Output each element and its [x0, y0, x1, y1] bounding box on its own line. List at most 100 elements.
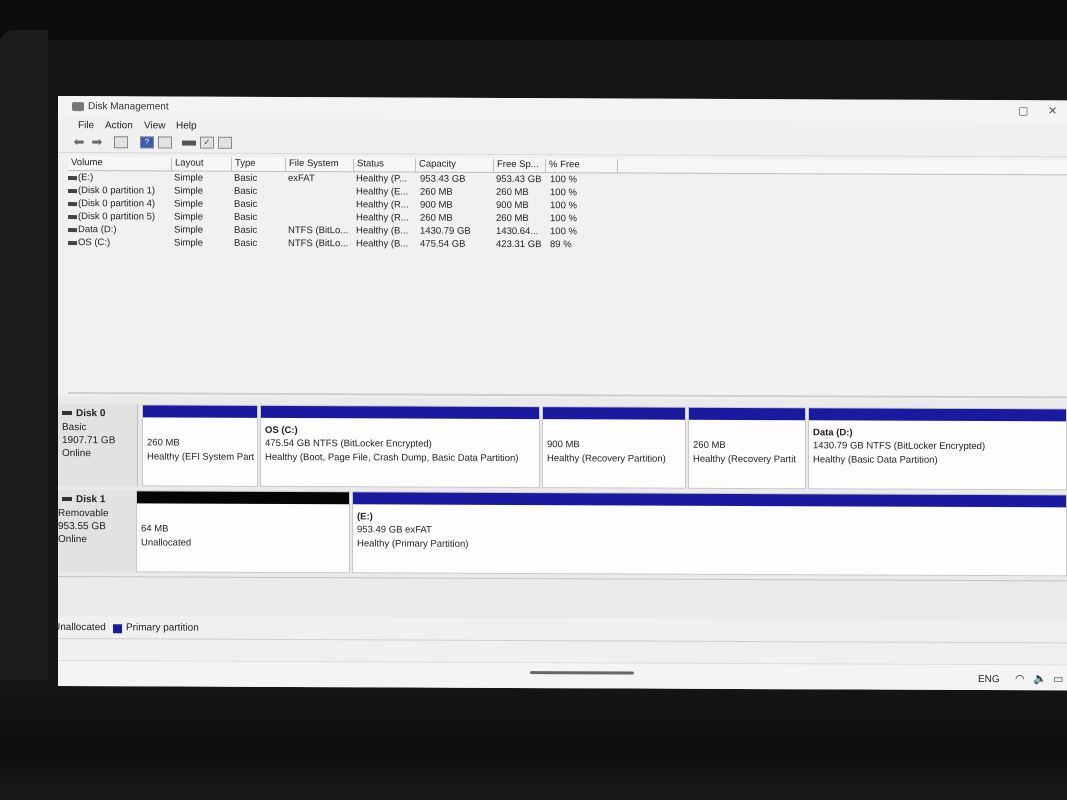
wifi-icon[interactable]: ◠	[1015, 672, 1025, 685]
column-header-volume[interactable]: Volume	[68, 157, 172, 171]
volume-icon	[68, 202, 77, 207]
disk-state: Online	[62, 448, 91, 460]
cell-capacity: 1430.79 GB	[420, 225, 471, 237]
disk-management-app-icon	[72, 102, 84, 112]
volume-list: Volume Layout Type File System Status Ca…	[68, 156, 1067, 399]
maximize-button[interactable]: ▢	[1018, 104, 1028, 117]
language-indicator[interactable]: ENG	[978, 674, 1000, 685]
toolbar: ⬅ ➡ ? ✓	[58, 134, 1067, 158]
check-icon[interactable]: ✓	[200, 136, 214, 149]
cell-volume: (Disk 0 partition 1)	[78, 185, 156, 197]
list-icon[interactable]	[218, 136, 232, 149]
column-header-free-space[interactable]: Free Sp...	[494, 158, 546, 173]
disk-label: Disk 0 Basic 1907.71 GB Online	[58, 404, 138, 487]
column-header-file-system[interactable]: File System	[286, 157, 354, 172]
disk-label: Disk 1 Removable 953.55 GB Online	[58, 490, 138, 573]
partition-status: Healthy (Recovery Partit	[693, 453, 796, 466]
partition[interactable]: (E:) 953.49 GB exFAT Healthy (Primary Part…	[352, 491, 1067, 577]
column-header-type[interactable]: Type	[232, 157, 286, 171]
cell-volume: (Disk 0 partition 5)	[78, 211, 156, 223]
volume-icon	[68, 176, 77, 181]
volume-icon[interactable]: 🔈	[1033, 672, 1047, 685]
cell-status: Healthy (R...	[356, 212, 409, 224]
partition[interactable]: 900 MB Healthy (Recovery Partition)	[542, 406, 686, 489]
partition-status: Healthy (Recovery Partition)	[547, 453, 666, 465]
cell-volume: OS (C:)	[78, 237, 111, 249]
disk-kind: Removable	[58, 508, 109, 520]
taskbar: ENG ◠ 🔈 ▭	[58, 660, 1067, 691]
disk-graph-view: Disk 0 Basic 1907.71 GB Online 260 MB Healthy…	[58, 396, 1067, 621]
cell-type: Basic	[234, 224, 258, 236]
partition-bar	[261, 405, 539, 420]
cell-free: 260 MB	[496, 186, 529, 199]
cell-type: Basic	[234, 211, 258, 223]
column-header-capacity[interactable]: Capacity	[416, 158, 494, 172]
partition-bar	[137, 491, 349, 505]
cell-pct: 100 %	[550, 200, 577, 212]
cell-free: 260 MB	[496, 212, 529, 225]
disk-1-row[interactable]: Disk 1 Removable 953.55 GB Online 64 MB Unall…	[58, 490, 1067, 577]
partition-title: (E:)	[357, 511, 373, 523]
menu-file[interactable]: File	[78, 120, 94, 131]
home-indicator[interactable]	[530, 671, 634, 675]
properties-icon[interactable]	[158, 136, 172, 149]
cell-fs: NTFS (BitLo...	[288, 238, 349, 250]
cell-pct: 89 %	[550, 239, 572, 251]
legend-label: Unallocated	[58, 621, 106, 634]
partition-size: 900 MB	[547, 439, 580, 451]
menu-view[interactable]: View	[144, 120, 166, 131]
cell-status: Healthy (E...	[356, 186, 409, 198]
cell-status: Healthy (R...	[356, 199, 409, 211]
partition[interactable]: OS (C:) 475.54 GB NTFS (BitLocker Encrypt…	[260, 404, 540, 489]
graph-divider	[58, 576, 1067, 582]
cell-layout: Simple	[174, 211, 204, 223]
close-button[interactable]: ✕	[1048, 104, 1057, 117]
column-header-status[interactable]: Status	[354, 158, 416, 172]
cell-capacity: 260 MB	[420, 186, 453, 198]
partition-bar	[353, 492, 1066, 508]
device-bezel	[0, 30, 48, 730]
menu-action[interactable]: Action	[105, 120, 133, 131]
cell-capacity: 260 MB	[420, 212, 453, 224]
cell-layout: Simple	[174, 224, 204, 236]
cell-layout: Simple	[174, 172, 204, 184]
disk-icon	[62, 497, 72, 502]
back-arrow-icon[interactable]: ⬅	[72, 134, 86, 149]
disk-icon	[62, 411, 72, 416]
battery-icon[interactable]: ▭	[1053, 672, 1063, 685]
legend-swatch	[113, 624, 122, 634]
partition[interactable]: Data (D:) 1430.79 GB NTFS (BitLocker Encr…	[808, 407, 1067, 491]
cell-capacity: 953.43 GB	[420, 173, 466, 185]
cell-volume: (Disk 0 partition 4)	[78, 198, 156, 210]
console-tree-icon[interactable]	[114, 136, 128, 149]
volume-icon	[68, 241, 77, 246]
cell-pct: 100 %	[550, 174, 577, 186]
cell-layout: Simple	[174, 237, 204, 249]
partition-size: 953.49 GB exFAT	[357, 524, 432, 536]
cell-free: 1430.64...	[496, 225, 539, 238]
disk-0-row[interactable]: Disk 0 Basic 1907.71 GB Online 260 MB Healthy…	[58, 404, 1067, 491]
cell-free: 423.31 GB	[496, 238, 542, 251]
partition-title: OS (C:)	[265, 424, 298, 437]
column-header-percent-free[interactable]: % Free	[546, 159, 618, 173]
cell-type: Basic	[234, 185, 258, 197]
disk-kind: Basic	[62, 422, 87, 434]
connect-icon[interactable]	[182, 140, 196, 146]
cell-capacity: 900 MB	[420, 199, 453, 211]
menu-help[interactable]: Help	[176, 121, 197, 132]
cell-volume: (E:)	[78, 172, 94, 184]
partition-status: Unallocated	[141, 537, 192, 549]
forward-arrow-icon[interactable]: ➡	[90, 134, 104, 149]
photo-top-edge	[0, 0, 1067, 40]
partition-status: Healthy (EFI System Part	[147, 451, 255, 463]
column-header-layout[interactable]: Layout	[172, 157, 232, 171]
disk-size: 1907.71 GB	[62, 435, 116, 447]
help-icon[interactable]: ?	[140, 136, 154, 149]
window-title: Disk Management	[88, 101, 169, 113]
cell-layout: Simple	[174, 198, 204, 210]
partition-bar	[143, 405, 257, 418]
partition[interactable]: 260 MB Healthy (Recovery Partit	[688, 406, 806, 490]
partition[interactable]: 260 MB Healthy (EFI System Part	[142, 404, 258, 487]
cell-volume: Data (D:)	[78, 224, 117, 236]
partition[interactable]: 64 MB Unallocated	[136, 490, 350, 574]
